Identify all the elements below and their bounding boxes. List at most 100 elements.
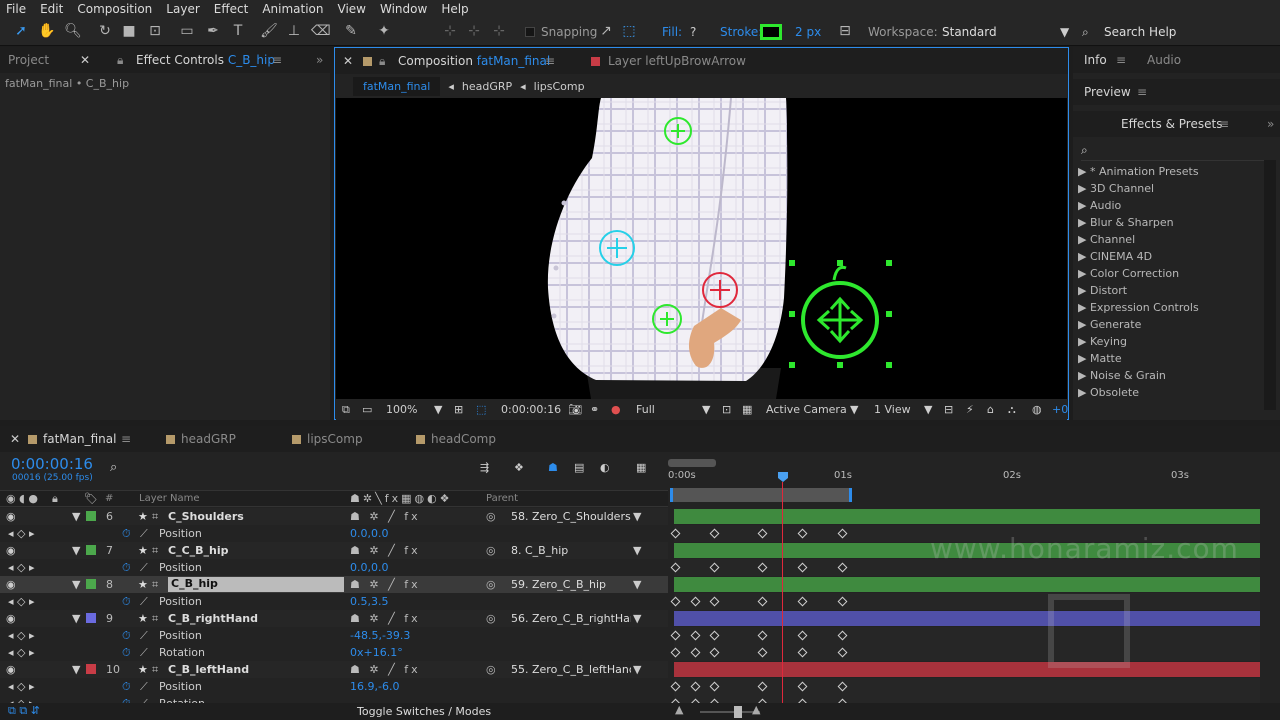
parent-dropdown-icon[interactable]: ▼ [633,663,641,676]
snapping-checkbox[interactable] [525,27,535,37]
expand-layer-switches-icon[interactable]: ⧉ ⧉ ⇵ [8,704,40,718]
zoom-dropdown-icon[interactable]: ▼ [434,403,442,416]
layer-duration-bar[interactable] [674,611,1260,626]
property-row[interactable]: ◂ ◇ ▸ ⏱ ⟋ Rotation 0x+16.1° [0,644,668,661]
panel-menu-icon[interactable]: ≡ [1137,85,1147,99]
layer-name[interactable]: C_C_B_hip [168,544,229,557]
zoom-tool-icon[interactable]: 🔍︎ [64,22,82,40]
close-tab-icon[interactable]: ✕ [80,53,90,67]
property-value[interactable]: 0.0,0.0 [350,527,388,540]
pickwhip-icon[interactable]: ◎ [486,544,496,557]
type-tool-icon[interactable]: T [229,22,247,40]
layer-name-column-header[interactable]: Layer Name [139,493,200,504]
local-axis-icon[interactable]: ⊹ [441,22,459,40]
tab-info[interactable]: Info [1084,53,1107,67]
effect-category-3d-channel[interactable]: ▶ 3D Channel [1078,182,1154,195]
parent-dropdown-icon[interactable]: ▼ [633,544,641,557]
stopwatch-icon[interactable]: ⏱ [122,527,131,541]
menu-file[interactable]: File [6,2,26,16]
toggle-pixel-aspect-icon[interactable]: ⊟ [944,403,953,416]
parent-dropdown-icon[interactable]: ▼ [633,510,641,523]
search-help-input[interactable]: Search Help [1104,25,1176,39]
rectangle-tool-icon[interactable]: ▭ [178,22,196,40]
effect-category-audio[interactable]: ▶ Audio [1078,199,1121,212]
motion-blur-icon[interactable]: ◐ [600,461,610,474]
panel-menu-icon[interactable]: ≡ [272,53,282,67]
layer-switches[interactable]: ☗ ✲ ╱ fx [350,663,421,676]
property-row[interactable]: ◂ ◇ ▸ ⏱ ⟋ Position 0.0,0.0 [0,559,668,576]
keyframe-navigator-icon[interactable]: ◂ ◇ ▸ [8,561,35,574]
pan-behind-tool-icon[interactable]: ⊡ [146,22,164,40]
property-row[interactable]: ◂ ◇ ▸ ⏱ ⟋ Position 0.0,0.0 [0,525,668,542]
parent-select[interactable]: 8. C_B_hip [511,544,631,557]
menu-layer[interactable]: Layer [166,2,199,16]
layer-row[interactable]: ◉ ▼ 9 ★ ⌗ C_B_rightHand ☗ ✲ ╱ fx ◎ 56. Zero_C_B_… [0,610,668,627]
layer-switches[interactable]: ☗ ✲ ╱ fx [350,510,421,523]
timeline-icon[interactable]: ⌂ [987,403,994,416]
timeline-zoom-slider[interactable] [700,711,760,713]
keyframe-navigator-icon[interactable]: ◂ ◇ ▸ [8,646,35,659]
layer-switches[interactable]: ☗ ✲ ╱ fx [350,578,421,591]
panel-menu-icon[interactable]: ≡ [1116,53,1126,67]
layer-name[interactable]: C_B_rightHand [168,612,258,625]
effect-category-channel[interactable]: ▶ Channel [1078,233,1135,246]
composition-viewer[interactable] [336,98,1067,399]
stopwatch-icon[interactable]: ⏱ [122,646,131,660]
pickwhip-icon[interactable]: ◎ [486,663,496,676]
channel-icon[interactable]: ● [611,403,621,416]
layer-color-label[interactable] [86,579,96,589]
effect-category-blur-sharpen[interactable]: ▶ Blur & Sharpen [1078,216,1174,229]
tab-audio[interactable]: Audio [1147,53,1181,67]
tab-timeline-lipscomp[interactable]: lipsComp [292,432,363,446]
choose-grid-icon[interactable]: ⊞ [454,403,463,416]
eye-icon[interactable]: ◉ [6,612,16,625]
comp-mini-flowchart-icon[interactable]: ⇶ [480,461,489,474]
pickwhip-icon[interactable]: ◎ [486,510,496,523]
nav-fatman-final[interactable]: fatMan_final [353,76,441,96]
layer-switches[interactable]: ☗ ✲ ╱ fx [350,612,421,625]
work-area-bar[interactable] [670,488,852,502]
graph-icon[interactable]: ⟋ [140,595,148,609]
layer-name[interactable]: C_B_leftHand [168,663,249,676]
pen-tool-icon[interactable]: ✒ [204,22,222,40]
twirl-down-icon[interactable]: ▼ [72,663,80,676]
view-layout-select[interactable]: 1 View [874,403,911,416]
layer-name[interactable]: C_Shoulders [168,510,244,523]
tab-timeline-headcomp[interactable]: headComp [416,432,496,446]
always-preview-icon[interactable]: ⧉ [342,403,350,417]
control-c-b-hip-selected[interactable] [801,265,879,359]
layer-color-label[interactable] [86,511,96,521]
tab-project[interactable]: Project [8,53,49,67]
effect-category-generate[interactable]: ▶ Generate [1078,318,1141,331]
stopwatch-icon[interactable]: ⏱ [122,561,131,575]
graph-icon[interactable]: ⟋ [140,527,148,541]
effect-category-distort[interactable]: ▶ Distort [1078,284,1127,297]
tab-layer[interactable]: Layer leftUpBrowArrow [608,54,746,68]
shy-layers-icon[interactable]: ☗ [548,461,558,474]
search-icon[interactable]: ⌕ [110,460,117,475]
toggle-switches-modes[interactable]: Toggle Switches / Modes [357,705,491,718]
menu-window[interactable]: Window [380,2,427,16]
keyframe-navigator-icon[interactable]: ◂ ◇ ▸ [8,680,35,693]
property-row[interactable]: ◂ ◇ ▸ ⏱ ⟋ Position -48.5,-39.3 [0,627,668,644]
layer-row[interactable]: ◉ ▼ 8 ★ ⌗ C_B_hip ☗ ✲ ╱ fx ◎ 59. Zero_C_B_hip ▼ [0,576,668,593]
close-comp-tab-icon[interactable]: ✕ [343,54,353,68]
resolution-select[interactable]: Full [636,403,655,416]
property-row[interactable]: ◂ ◇ ▸ ⏱ ⟋ Position 16.9,-6.0 [0,678,668,695]
snapshot-icon[interactable]: 📷︎ [568,403,582,416]
draft-3d-icon[interactable]: ❖ [514,461,524,474]
twirl-down-icon[interactable]: ▼ [72,612,80,625]
transparency-grid-icon[interactable]: ▦ [742,403,752,416]
graph-icon[interactable]: ⟋ [140,561,148,575]
effect-category-noise-grain[interactable]: ▶ Noise & Grain [1078,369,1166,382]
parent-select[interactable]: 58. Zero_C_Shoulders [511,510,631,523]
panel-menu-icon[interactable]: ≡ [545,54,555,68]
stroke-swatch[interactable] [760,24,782,40]
hand-tool-icon[interactable]: ✋ [38,22,56,40]
property-value[interactable]: -48.5,-39.3 [350,629,410,642]
layer-color-label[interactable] [86,664,96,674]
twirl-down-icon[interactable]: ▼ [72,578,80,591]
view-axis-icon[interactable]: ⊹ [490,22,508,40]
effect-category-animation-presets[interactable]: ▶ * Animation Presets [1078,165,1199,178]
menu-animation[interactable]: Animation [262,2,323,16]
